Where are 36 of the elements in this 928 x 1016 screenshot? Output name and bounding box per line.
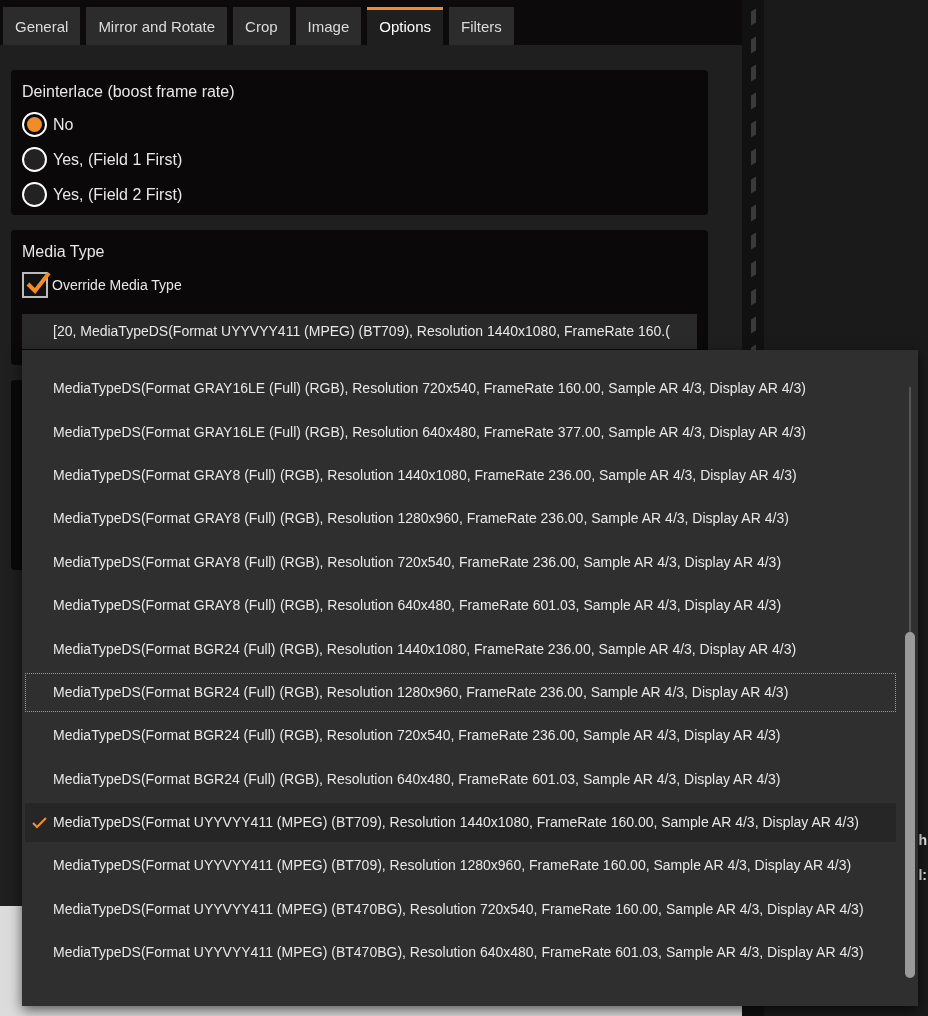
dropdown-item[interactable]: MediaTypeDS(Format GRAY16LE (Full) (RGB), Resolution 640x480, FrameRate 377.00, Sample AR 4/3, Display AR 4/3)	[25, 412, 896, 452]
dropdown-item[interactable]: MediaTypeDS(Format BGR24 (Full) (RGB), Resolution 720x540, FrameRate 236.00, Sample AR 4/3, Display AR 4/3)	[25, 716, 896, 756]
radio-label: Yes, (Field 1 First)	[53, 149, 183, 170]
tab[interactable]: General	[3, 7, 81, 45]
scrollbar-thumb[interactable]	[905, 632, 915, 978]
dropdown-item[interactable]: MediaTypeDS(Format UYYVYY411 (MPEG) (BT709), Resolution 1280x960, FrameRate 160.00, Sample AR 4/3, Display AR 4/3)	[25, 846, 896, 886]
dropdown-item[interactable]: MediaTypeDS(Format BGR24 (Full) (RGB), Resolution 640x480, FrameRate 601.03, Sample AR 4/3, Display AR 4/3)	[25, 759, 896, 799]
dropdown-item[interactable]: MediaTypeDS(Format UYYVYY411 (MPEG) (BT470BG), Resolution 720x540, FrameRate 160.00, Sample AR 4/3, Display AR 4/3)	[25, 889, 896, 930]
dropdown-item[interactable]: MediaTypeDS(Format BGR24 (Full) (RGB), Resolution 1280x960, FrameRate 236.00, Sample AR 4/3, Display AR 4/3)	[25, 672, 896, 713]
tab[interactable]: Image	[295, 7, 362, 45]
dropdown-item[interactable]: MediaTypeDS(Format GRAY8 (Full) (RGB), Resolution 720x540, FrameRate 236.00, Sample AR 4/3, Display AR 4/3)	[25, 542, 896, 582]
dropdown-item[interactable]: MediaTypeDS(Format BGR24 (Full) (RGB), Resolution 1440x1080, FrameRate 236.00, Sample AR 4/3, Display AR 4/3)	[25, 629, 896, 669]
dropdown-item[interactable]: MediaTypeDS(Format GRAY16LE (Full) (RGB), Resolution 720x540, FrameRate 160.00, Sample AR 4/3, Display AR 4/3)	[25, 369, 896, 409]
checkbox[interactable]	[22, 272, 48, 298]
radio-label: Yes, (Field 2 First)	[53, 184, 183, 205]
panel-label: h	[918, 831, 928, 850]
tab[interactable]: Mirror and Rotate	[86, 7, 228, 45]
dropdown-item[interactable]: MediaTypeDS(Format GRAY8 (Full) (RGB), Resolution 1440x1080, FrameRate 236.00, Sample AR 4/3, Display AR 4/3)	[25, 455, 896, 496]
radio-button[interactable]	[22, 182, 47, 207]
tab[interactable]: Filters	[449, 7, 514, 45]
checkbox-label: Override Media Type	[52, 275, 182, 295]
radio-label: No	[53, 114, 74, 135]
section-title: Media Type	[22, 242, 106, 262]
panel-label: l:	[918, 866, 928, 885]
section-title: Deinterlace (boost frame rate)	[22, 82, 236, 102]
check-icon	[25, 270, 51, 296]
tab[interactable]: Crop	[233, 7, 290, 45]
radio-button[interactable]	[22, 147, 47, 172]
radio-button[interactable]	[22, 112, 47, 137]
dropdown-item[interactable]: MediaTypeDS(Format UYYVYY411 (MPEG) (BT709), Resolution 1440x1080, FrameRate 160.00, Sample AR 4/3, Display AR 4/3)	[25, 802, 896, 843]
dropdown-item[interactable]: MediaTypeDS(Format GRAY8 (Full) (RGB), Resolution 1280x960, FrameRate 236.00, Sample AR 4/3, Display AR 4/3)	[25, 499, 896, 539]
check-icon	[32, 816, 47, 829]
dropdown-item[interactable]: MediaTypeDS(Format UYYVYY411 (MPEG) (BT470BG), Resolution 640x480, FrameRate 601.03, Sample AR 4/3, Display AR 4/3)	[25, 933, 896, 973]
dropdown-item[interactable]: MediaTypeDS(Format GRAY8 (Full) (RGB), Resolution 640x480, FrameRate 601.03, Sample AR 4/3, Display AR 4/3)	[25, 585, 896, 626]
tab[interactable]: Options	[367, 7, 443, 45]
combo-box[interactable]: [20, MediaTypeDS(Format UYYVYY411 (MPEG) (BT709), Resolution 1440x1080, FrameRate 160.(	[22, 314, 697, 349]
